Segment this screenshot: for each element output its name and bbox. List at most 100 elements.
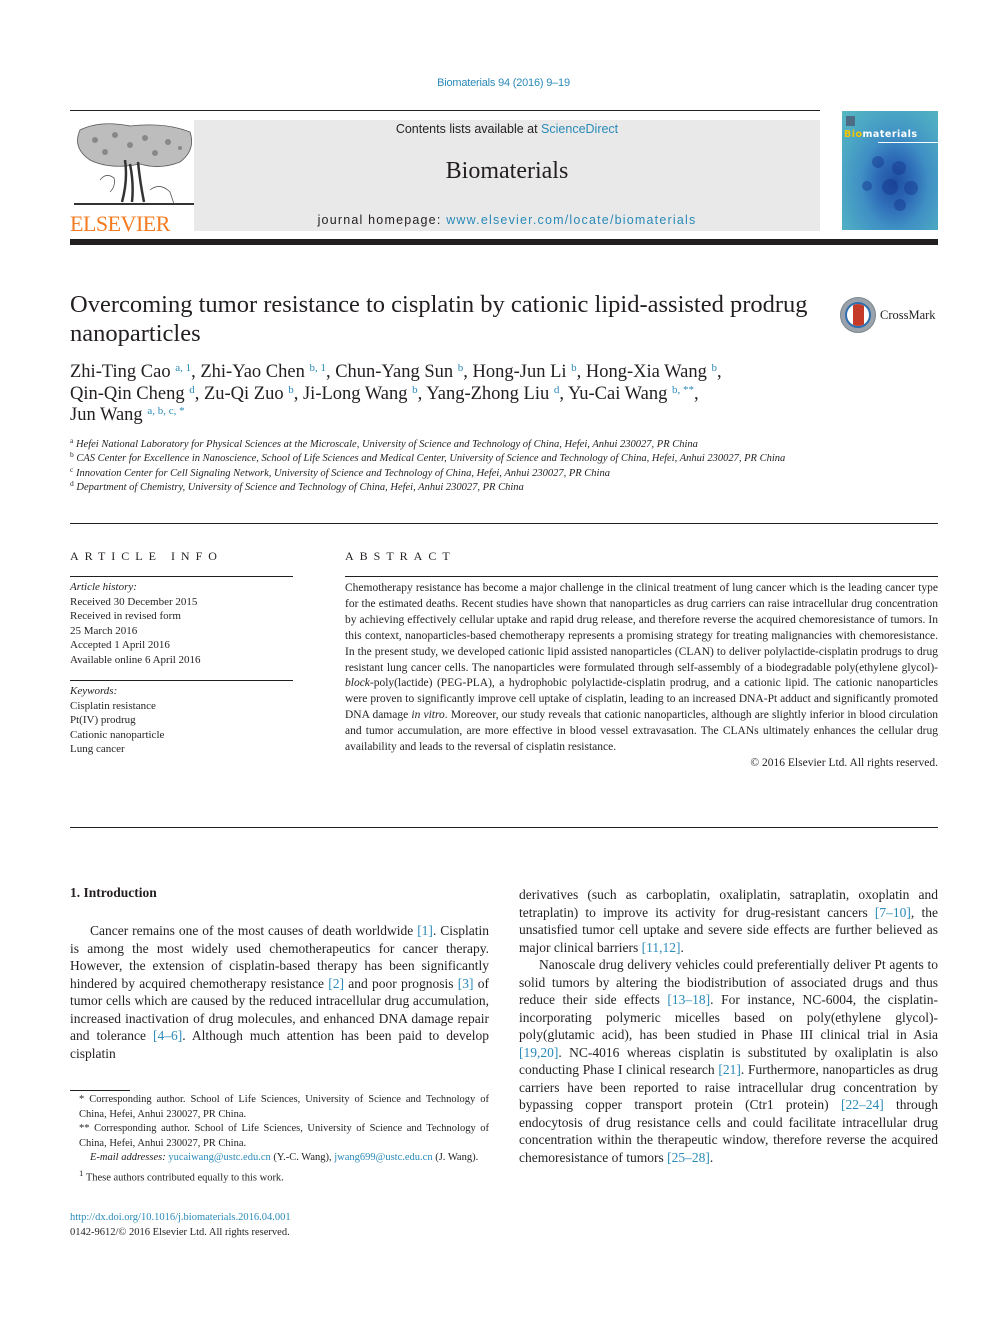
email-link-jwang[interactable]: jwang699@ustc.edu.cn [334,1152,432,1163]
keywords: Keywords: Cisplatin resistance Pt(IV) pro… [70,684,295,757]
citation-link[interactable]: [4–6] [153,1028,182,1043]
author-name: Zu-Qi Zuo [203,383,289,404]
journal-header-box: Contents lists available at ScienceDirec… [194,120,820,231]
author-affiliation-link[interactable]: d [189,384,195,396]
author-affiliation-link[interactable]: b [712,362,718,374]
keyword-item: Lung cancer [70,743,125,755]
cover-title: Biomaterials [844,129,918,140]
article-history-label: Article history: [70,581,137,593]
elsevier-tree-icon [74,123,194,205]
author-affiliation-link[interactable]: b [412,384,418,396]
issn-copyright: 0142-9612/© 2016 Elsevier Ltd. All right… [70,1227,290,1238]
journal-homepage-line: journal homepage: www.elsevier.com/locat… [194,213,820,227]
article-info-heading: ARTICLE INFO [70,549,223,563]
article-history: Article history: Received 30 December 20… [70,580,295,667]
cover-pattern-dot [904,181,918,195]
abstract-bottom-rule [70,827,938,828]
affiliation-item: b CAS Center for Excellence in Nanoscien… [70,450,786,465]
citation-link[interactable]: [13–18] [667,992,710,1007]
footnote-corresponding-2: ** Corresponding author. School of Life … [79,1123,490,1149]
elsevier-wordmark: ELSEVIER [70,211,170,236]
footnote-emails: E-mail addresses: yucaiwang@ustc.edu.cn … [90,1152,479,1163]
keyword-item: Cationic nanoparticle [70,728,165,741]
affiliation-item: c Innovation Center for Cell Signaling N… [70,464,610,479]
cover-publisher-icon [846,116,855,126]
crossmark-icon [840,297,876,333]
affiliation-item: a Hefei National Laboratory for Physical… [70,436,698,450]
citation-link[interactable]: [7–10] [875,905,911,920]
author-affiliation-link[interactable]: a, 1 [175,362,191,374]
author-name: Chun-Yang Sun [335,362,458,382]
journal-citation-link[interactable]: Biomaterials 94 (2016) 9–19 [0,77,992,89]
article-info-rule [70,576,293,577]
body-text: . [709,1149,714,1165]
citation-link[interactable]: [2] [328,976,344,991]
contents-line: Contents lists available at ScienceDirec… [194,122,820,136]
author-affiliation-link[interactable]: b, ** [672,384,694,396]
intro-paragraph: Nanoscale drug delivery vehicles could p… [519,956,938,1166]
introduction-left-column: Cancer remains one of the most causes of… [70,922,489,1062]
sciencedirect-link[interactable]: ScienceDirect [541,122,618,136]
author-name: Hong-Xia Wang [585,362,712,382]
abstract-body: Chemotherapy resistance has become a maj… [345,581,938,772]
section-rule [70,523,938,524]
cover-pattern-dot [862,181,872,191]
introduction-heading: 1. Introduction [70,885,157,900]
body-text: and poor prognosis [343,975,458,991]
body-text: . [680,939,684,955]
author-affiliation-link[interactable]: b [458,362,464,374]
keywords-label: Keywords: [70,685,118,697]
keyword-item: Cisplatin resistance [70,699,156,712]
footnote-rule [70,1090,130,1091]
introduction-right-column: derivatives (such as carboplatin, oxalip… [519,886,938,1166]
crossmark-label: CrossMark [880,308,936,322]
history-item: 25 March 2016 [70,624,138,637]
contents-prefix: Contents lists available at [395,122,542,136]
author-name: Zhi-Yao Chen [200,362,310,382]
article-title: Overcoming tumor resistance to cisplatin… [70,291,808,347]
abstract-text: Chemotherapy resistance has become a maj… [345,582,938,754]
cover-pattern-dot [894,199,906,211]
author-affiliation-link[interactable]: b [288,384,294,396]
doi-block: http://dx.doi.org/10.1016/j.biomaterials… [70,1210,489,1240]
affiliation-item: d Department of Chemistry, University of… [70,478,524,493]
journal-cover-image[interactable]: Biomaterials [842,111,938,230]
email-link-yucaiwang[interactable]: yucaiwang@ustc.edu.cn [168,1152,270,1163]
citation-link[interactable]: [1] [417,923,433,938]
crossmark-button[interactable]: CrossMark [840,297,950,335]
author-affiliation-link[interactable]: a, b, c, * [147,405,184,417]
homepage-prefix: journal homepage: [317,213,447,227]
citation-link[interactable]: [22–24] [841,1097,884,1112]
journal-homepage-link[interactable]: www.elsevier.com/locate/biomaterials [446,213,696,227]
cover-rule [878,142,938,143]
abstract-heading: ABSTRACT [345,549,456,563]
author-affiliation-link[interactable]: d [554,384,560,396]
author-name: Jun Wang [70,405,148,425]
author-name: Ji-Long Wang [302,383,413,404]
keyword-item: Pt(IV) prodrug [70,714,136,726]
footnote-equal-contribution: 1 These authors contributed equally to t… [79,1167,284,1184]
citation-link[interactable]: [11,12] [642,940,681,955]
history-item: Available online 6 April 2016 [70,653,201,666]
doi-link[interactable]: http://dx.doi.org/10.1016/j.biomaterials… [70,1212,291,1223]
intro-paragraph: derivatives (such as carboplatin, oxalip… [519,886,938,956]
author-affiliation-link[interactable]: b [571,362,577,374]
author-name: Qin-Qin Cheng [70,383,190,404]
footnote-corresponding-1: * Corresponding author. School of Life S… [79,1094,490,1120]
header-rule [70,110,820,111]
abstract-rule [345,576,938,577]
citation-link[interactable]: [3] [458,976,474,991]
author-name: Hong-Jun Li [472,362,572,382]
elsevier-logo[interactable]: ELSEVIER [70,120,200,236]
cover-pattern-dot [892,161,906,175]
citation-link[interactable]: [21] [718,1062,741,1077]
affiliation-list: a Hefei National Laboratory for Physical… [70,436,830,495]
citation-link[interactable]: [25–28] [667,1150,710,1165]
history-item: Received 30 December 2015 [70,595,198,608]
body-text: Cancer remains one of the most causes of… [90,923,418,938]
author-name: Yang-Zhong Liu [426,383,554,404]
cover-pattern-dot [882,179,898,195]
citation-link[interactable]: [19,20] [519,1045,558,1060]
author-affiliation-link[interactable]: b, 1 [309,362,326,374]
author-name: Zhi-Ting Cao [70,362,176,382]
